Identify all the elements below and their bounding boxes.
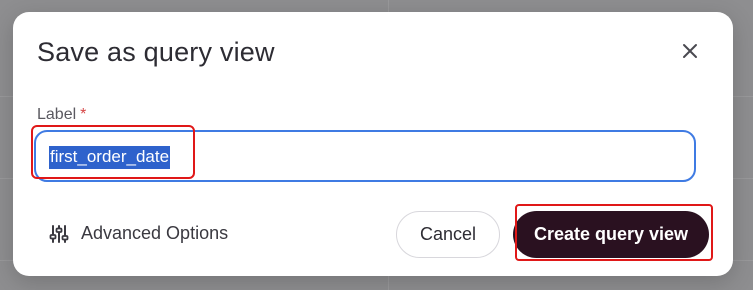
close-button[interactable] [678,39,702,63]
save-query-view-dialog: Save as query view Label * first_order_da… [13,12,733,276]
close-icon [683,44,697,58]
sliders-icon [49,224,69,243]
label-input[interactable] [34,130,696,182]
label-text: Label [37,106,77,123]
create-query-view-button[interactable]: Create query view [513,211,709,258]
advanced-options-toggle[interactable]: Advanced Options [49,223,228,244]
required-marker: * [80,106,87,123]
advanced-options-label: Advanced Options [81,223,229,243]
cancel-button[interactable]: Cancel [396,211,500,258]
dialog-title: Save as query view [37,37,275,67]
label-field-label: Label * [37,106,86,124]
